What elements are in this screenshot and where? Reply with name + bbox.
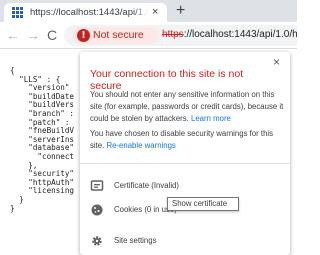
certificate-label: Certificate (Invalid) bbox=[114, 181, 179, 190]
warning-text: You should not enter any sensitive infor… bbox=[90, 90, 284, 123]
popup-close-icon[interactable]: × bbox=[273, 55, 280, 69]
forward-button[interactable]: → bbox=[26, 26, 40, 44]
browser-tab[interactable]: https://localhost:1443/api/1.0/he × bbox=[4, 3, 167, 22]
security-chip[interactable]: ! Not secure bbox=[72, 27, 158, 44]
site-settings-label: Site settings bbox=[114, 236, 157, 245]
show-certificate-tooltip: Show certificate bbox=[167, 197, 239, 211]
grid-favicon-icon bbox=[12, 7, 23, 18]
toolbar: ← → C ! Not secure https://localhost:144… bbox=[0, 22, 297, 49]
json-response: { "LLS" : { "version" "buildDate "buildV… bbox=[10, 66, 74, 213]
json-line: } bbox=[10, 194, 24, 204]
back-button[interactable]: ← bbox=[6, 26, 20, 44]
url-text: https://localhost:1443/api/1.0/health bbox=[162, 29, 297, 40]
warning-icon: ! bbox=[77, 29, 90, 42]
address-bar[interactable]: ! Not secure https://localhost:1443/api/… bbox=[64, 25, 297, 46]
gear-icon bbox=[92, 236, 102, 246]
json-line: } bbox=[10, 203, 15, 213]
url-rest: ://localhost:1443/api/1.0/health bbox=[183, 29, 297, 40]
certificate-row[interactable]: Certificate (Invalid) bbox=[80, 173, 290, 199]
url-scheme: https bbox=[162, 29, 184, 40]
popup-divider bbox=[80, 163, 290, 164]
certificate-icon bbox=[90, 180, 104, 191]
new-tab-button[interactable]: + bbox=[176, 2, 185, 20]
tab-title: https://localhost:1443/api/1.0/he bbox=[30, 7, 148, 18]
not-secure-label: Not secure bbox=[93, 29, 144, 41]
reenable-warnings-link[interactable]: Re-enable warnings bbox=[106, 141, 175, 150]
tab-close-icon[interactable]: × bbox=[152, 5, 158, 19]
reload-button[interactable]: C bbox=[47, 26, 57, 44]
tab-strip: https://localhost:1443/api/1.0/he × + bbox=[0, 0, 297, 22]
sensitive-info-warning: You should not enter any sensitive infor… bbox=[90, 89, 284, 125]
disabled-warnings-note: You have chosen to disable security warn… bbox=[90, 128, 284, 152]
site-settings-row[interactable]: Site settings bbox=[80, 228, 290, 254]
cookie-icon bbox=[91, 204, 103, 216]
learn-more-link[interactable]: Learn more bbox=[191, 114, 231, 123]
browser-window: https://localhost:1443/api/1.0/he × + ← … bbox=[0, 0, 297, 255]
site-info-popup: × Your connection to this site is not se… bbox=[80, 52, 290, 255]
